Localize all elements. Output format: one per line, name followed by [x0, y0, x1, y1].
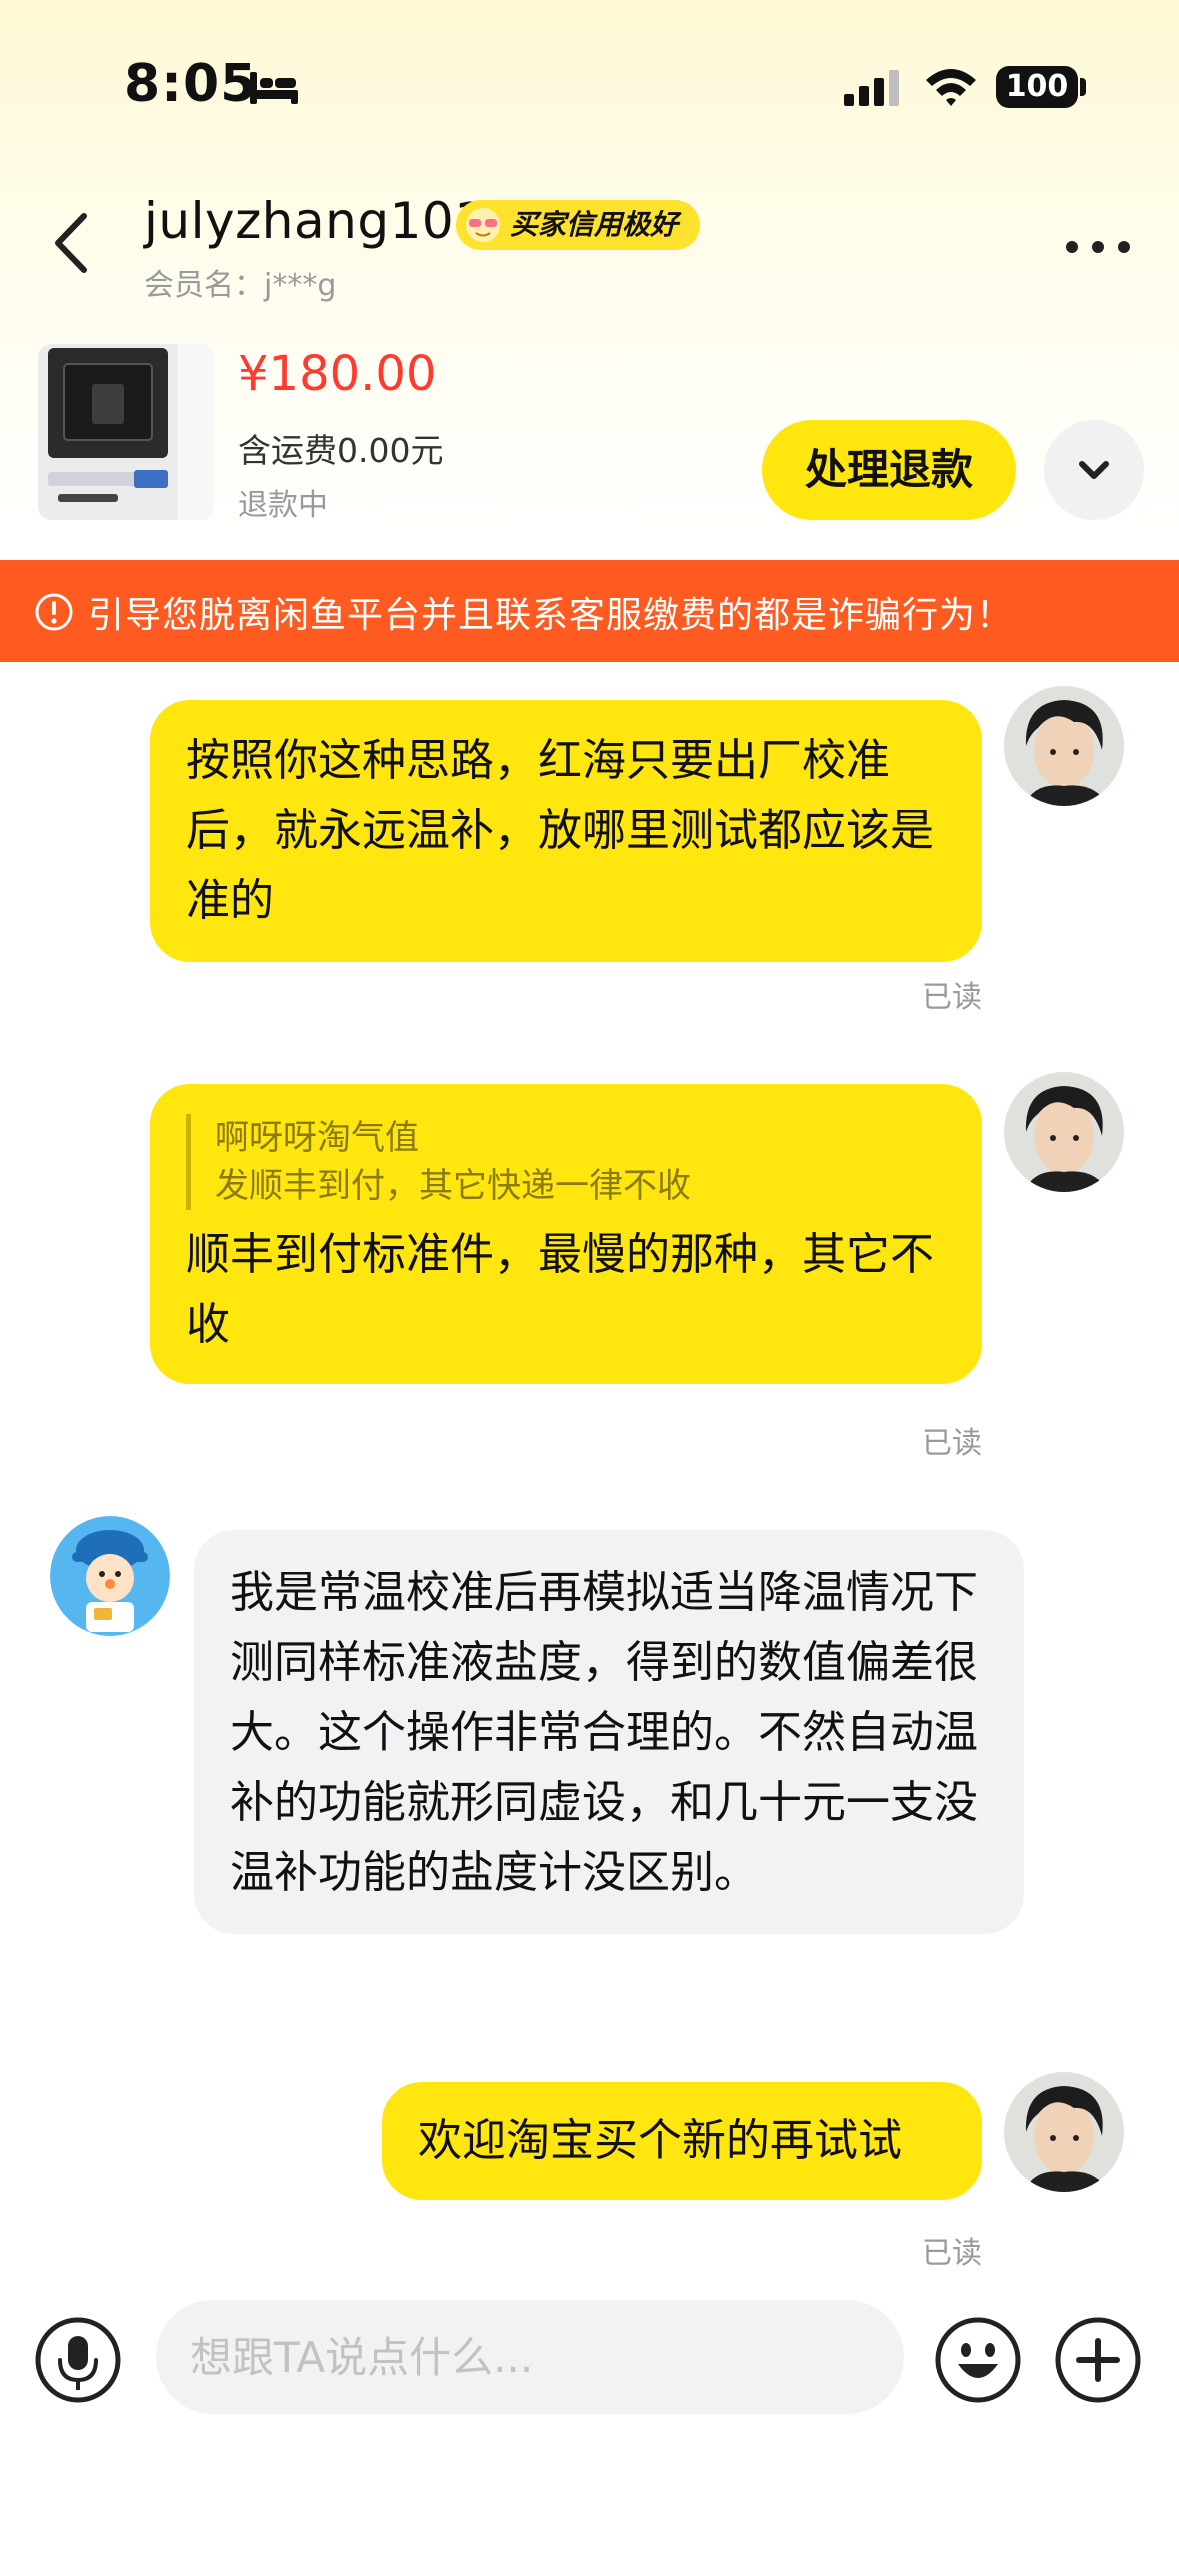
back-button[interactable] [46, 208, 96, 278]
my-avatar[interactable] [1004, 686, 1124, 806]
credit-badge: 买家信用极好 [456, 200, 701, 250]
more-options-button[interactable] [1064, 220, 1132, 270]
quoted-author: 啊呀呀淘气值 [215, 1118, 419, 1158]
member-label: 会员名： [144, 268, 264, 303]
message-text: 我是常温校准后再模拟适当降温情况下测同样标准液盐度，得到的数值偏差很大。这个操作… [230, 1567, 978, 1898]
shipping-fee: 含运费0.00元 [238, 431, 444, 470]
message-bubble[interactable]: 按照你这种思路，红海只要出厂校准后，就永远温补，放哪里测试都应该是准的 [150, 700, 982, 962]
chat-partner-name[interactable]: julyzhang101 [144, 192, 487, 250]
quoted-text: 发顺丰到付，其它快递一律不收 [215, 1166, 691, 1206]
chevron-down-icon[interactable] [1044, 420, 1144, 520]
chat-screen: 8:05 100 julyzhang101 买家信用极好 会员名：j***g ¥… [0, 0, 1179, 2556]
credit-badge-label: 买家信用极好 [510, 208, 679, 241]
fraud-warning-banner: 引导您脱离闲鱼平台并且联系客服缴费的都是诈骗行为！ [0, 560, 1179, 662]
exclamation-circle-icon [35, 593, 73, 631]
member-value: j***g [264, 268, 337, 303]
message-text: 顺丰到付标准件，最慢的那种，其它不收 [186, 1229, 934, 1350]
process-refund-button[interactable]: 处理退款 [762, 420, 1016, 520]
message-bubble[interactable]: 啊呀呀淘气值 发顺丰到付，其它快递一律不收 顺丰到付标准件，最慢的那种，其它不收 [150, 1084, 982, 1384]
order-price: ¥180.00 [238, 346, 437, 402]
message-bubble[interactable]: 我是常温校准后再模拟适当降温情况下测同样标准液盐度，得到的数值偏差很大。这个操作… [194, 1530, 1024, 1934]
member-name: 会员名：j***g [144, 260, 336, 304]
partner-avatar[interactable] [50, 1516, 170, 1636]
message-text: 欢迎淘宝买个新的再试试 [418, 2115, 902, 2166]
sleep-mode-icon [250, 72, 298, 104]
status-time: 8:05 [124, 54, 258, 114]
battery-cap [1080, 78, 1086, 96]
order-status: 退款中 [238, 488, 328, 523]
message-text: 按照你这种思路，红海只要出厂校准后，就永远温补，放哪里测试都应该是准的 [186, 735, 934, 926]
cellular-signal-icon [844, 70, 899, 106]
message-input[interactable] [156, 2300, 904, 2414]
plus-icon[interactable] [1054, 2316, 1142, 2404]
status-bar: 8:05 100 [0, 0, 1179, 170]
product-thumbnail[interactable] [38, 344, 214, 520]
my-avatar[interactable] [1004, 2072, 1124, 2192]
wifi-icon [926, 69, 976, 106]
my-avatar[interactable] [1004, 1072, 1124, 1192]
cool-face-icon [466, 208, 500, 242]
message-bubble[interactable]: 欢迎淘宝买个新的再试试 [382, 2082, 982, 2200]
microphone-icon[interactable] [34, 2316, 122, 2404]
read-receipt: 已读 [922, 1426, 982, 1461]
battery-level: 100 [996, 66, 1078, 108]
read-receipt: 已读 [922, 2236, 982, 2271]
warning-text: 引导您脱离闲鱼平台并且联系客服缴费的都是诈骗行为！ [88, 595, 1014, 636]
emoji-icon[interactable] [934, 2316, 1022, 2404]
quoted-message[interactable]: 啊呀呀淘气值 发顺丰到付，其它快递一律不收 [186, 1114, 946, 1210]
read-receipt: 已读 [922, 980, 982, 1015]
